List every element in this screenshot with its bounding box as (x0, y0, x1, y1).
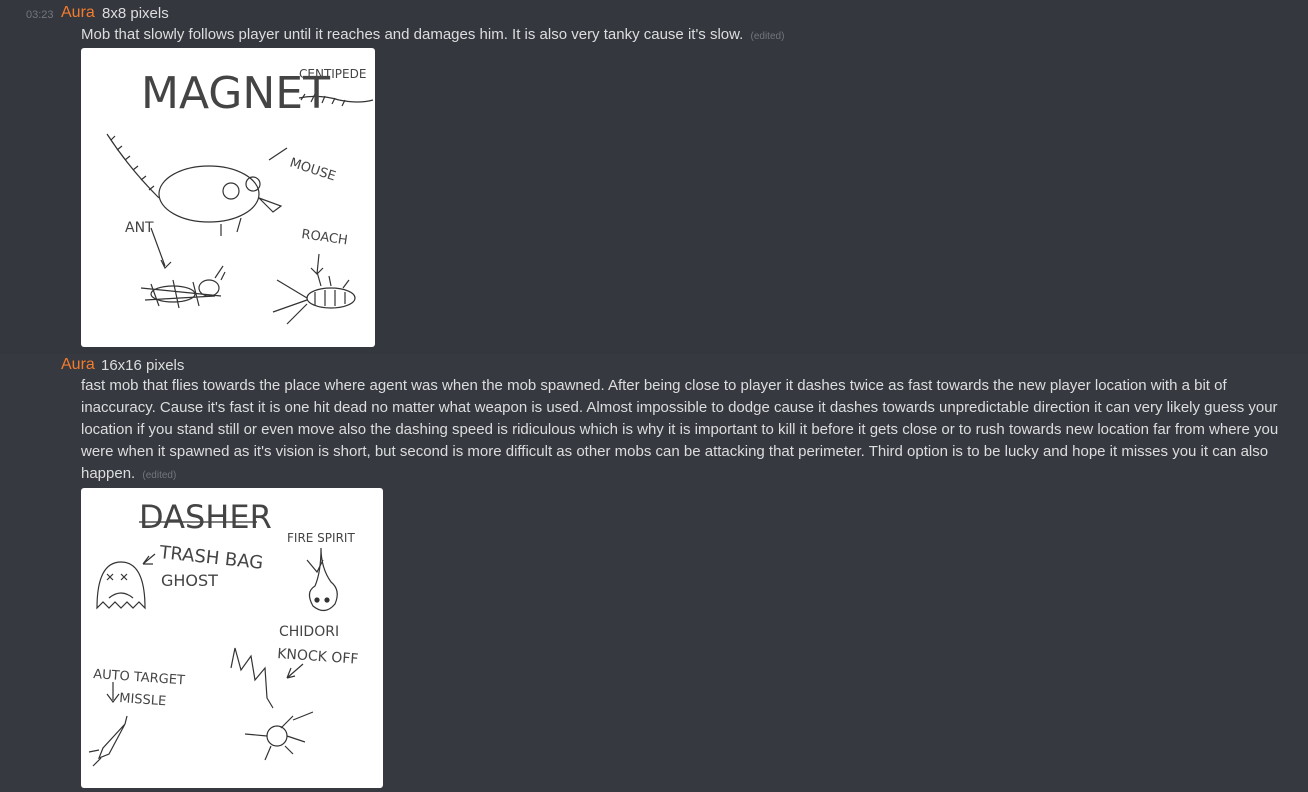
sketch-label-auto-target: AUTO TARGET (93, 667, 186, 688)
sketch-label-dasher: DASHER (139, 498, 272, 536)
sketch-drawing: MAGNET CENTIPEDE MOUSE ANT ROACH (106, 67, 374, 325)
message-text: fast mob that flies towards the place wh… (81, 377, 1279, 482)
sketch-label-centipede: CENTIPEDE (299, 67, 366, 81)
sketch-label-missle: MISSLE (119, 691, 167, 709)
message-text: Mob that slowly follows player until it … (81, 26, 744, 43)
message-2[interactable]: Aura 16x16 pixels fast mob that flies to… (0, 354, 1308, 792)
message-title: 16x16 pixels (101, 357, 185, 374)
sketch-label-ghost: GHOST (161, 571, 218, 590)
sketch-label-roach: ROACH (300, 227, 348, 248)
sketch-label-ant: ANT (125, 220, 154, 236)
chat-messages: 03:23 Aura 8x8 pixels Mob that slowly fo… (0, 0, 1308, 792)
sketch-label-chidori: CHIDORI (279, 624, 339, 640)
edited-tag: (edited) (750, 31, 785, 42)
sketch-label-fire-spirit: FIRE SPIRIT (287, 531, 355, 545)
message-title: 8x8 pixels (102, 5, 169, 22)
message-1[interactable]: 03:23 Aura 8x8 pixels Mob that slowly fo… (0, 0, 1308, 354)
sketch-drawing: DASHER FIRE SPIRIT TRASH BAG GHOST CHIDO… (88, 498, 359, 767)
sketch-label-knock-off: KNOCK OFF (277, 646, 359, 668)
image-attachment-magnet[interactable]: MAGNET CENTIPEDE MOUSE ANT ROACH (81, 48, 375, 347)
message-timestamp[interactable]: 03:23 (26, 9, 54, 21)
author-name[interactable]: Aura (61, 356, 95, 374)
image-attachment-dasher[interactable]: DASHER FIRE SPIRIT TRASH BAG GHOST CHIDO… (81, 488, 383, 788)
edited-tag: (edited) (142, 470, 177, 481)
author-name[interactable]: Aura (61, 4, 95, 22)
sketch-label-trash-bag: TRASH BAG (157, 542, 264, 574)
message-body: Mob that slowly follows player until it … (81, 24, 1291, 48)
message-body: fast mob that flies towards the place wh… (81, 375, 1291, 487)
sketch-label-mouse: MOUSE (288, 156, 338, 185)
